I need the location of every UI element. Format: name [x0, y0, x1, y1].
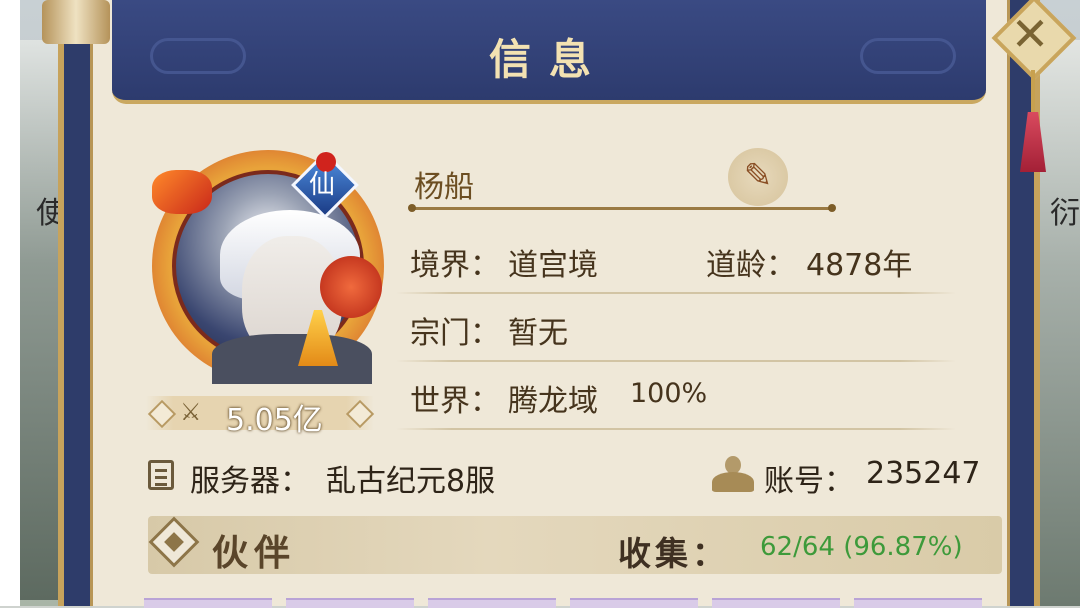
scroll-rod: [42, 0, 110, 44]
brush-icon: ✎: [743, 156, 773, 196]
sect-value: 暂无: [508, 316, 568, 351]
server-value: 乱古纪元8服: [326, 464, 496, 499]
world-value: 腾龙域: [508, 384, 598, 419]
collect-label: 收集：: [618, 534, 729, 573]
portrait-coat: [212, 334, 372, 384]
account-icon: [712, 456, 754, 492]
rename-button[interactable]: ✎: [728, 148, 788, 206]
realm-value: 道宫境: [508, 248, 598, 283]
partner-slot[interactable]: [570, 598, 698, 608]
partner-slot[interactable]: [144, 598, 272, 608]
world-percent: 100%: [630, 378, 708, 409]
account-label: 账号：: [764, 464, 854, 499]
page-title: 信息: [488, 35, 609, 84]
row-divider: [396, 292, 956, 294]
collect-value: 62/64 (96.87%): [760, 532, 963, 562]
power-value: 5.05亿: [226, 403, 323, 438]
realm-label: 境界：: [410, 248, 500, 283]
sect-label: 宗门：: [410, 316, 500, 351]
power-pill-end-left: [147, 399, 177, 429]
background-tower-right: [1040, 40, 1080, 606]
background-glyph-right: 衍: [1050, 196, 1080, 231]
partner-slot[interactable]: [286, 598, 414, 608]
close-button[interactable]: ✕: [991, 0, 1077, 81]
row-divider: [396, 360, 956, 362]
account-icon-body: [712, 472, 754, 492]
name-underline: [408, 204, 836, 212]
background-tower-left: [20, 40, 58, 600]
flame-ornament: [152, 170, 212, 214]
badge-label: 仙: [308, 170, 335, 200]
close-icon: ✕: [1010, 7, 1050, 61]
partner-title: 伙伴: [212, 532, 297, 574]
server-label: 服务器：: [190, 464, 310, 499]
immortal-badge: 仙: [291, 151, 359, 219]
partner-slot-row: [140, 598, 1000, 608]
partner-slot[interactable]: [428, 598, 556, 608]
row-divider: [396, 428, 956, 430]
document-icon: [148, 460, 174, 490]
left-edge-strip: [0, 0, 20, 606]
age-label: 道龄：: [706, 248, 796, 283]
partner-slot[interactable]: [854, 598, 982, 608]
power-icon: ⚔: [180, 398, 202, 426]
lantern-ornament: [320, 256, 382, 318]
account-value: 235247: [866, 456, 981, 491]
partner-slot[interactable]: [712, 598, 840, 608]
power-pill-end-right: [345, 399, 375, 429]
tassel-cord: [1031, 70, 1035, 114]
world-label: 世界：: [410, 384, 500, 419]
age-value: 4878年: [806, 248, 913, 283]
player-name: 杨船: [414, 170, 474, 205]
